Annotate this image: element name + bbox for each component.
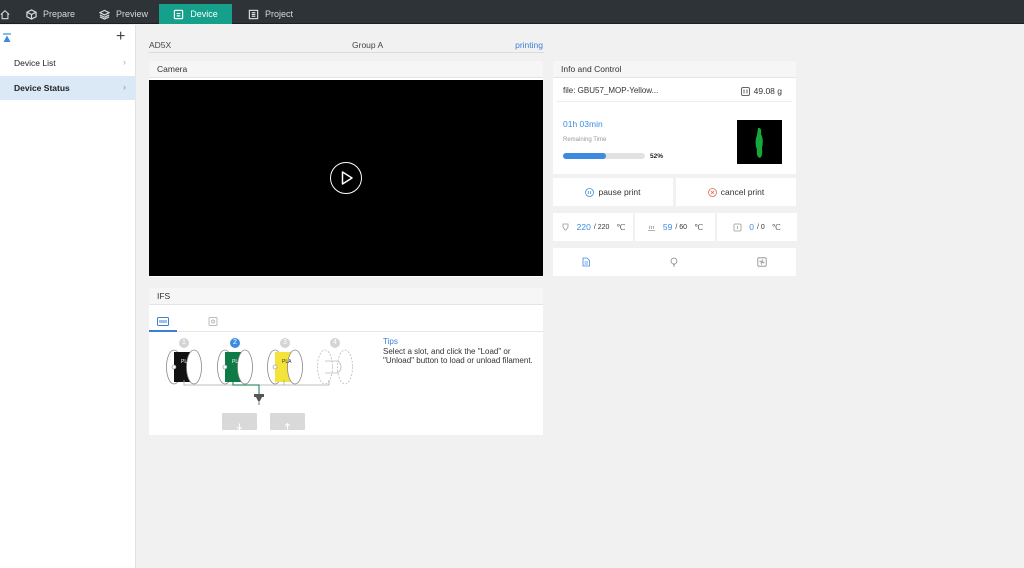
bed-current: 59 (662, 222, 673, 232)
device-group: Group A (352, 40, 384, 50)
bed-temp[interactable]: 59 / 60 ℃ (635, 213, 715, 241)
slot-material: PLA (282, 359, 292, 365)
camera-title: Camera (149, 61, 543, 78)
add-device-button[interactable]: + (116, 29, 125, 45)
device-header: AD5X Group A printing (148, 36, 544, 53)
remaining-time-label: Remaining Time (563, 137, 607, 143)
tab-prepare[interactable]: Prepare (26, 4, 75, 24)
device-icon (174, 9, 184, 19)
progress-fill (563, 153, 606, 159)
ifs-panel: IFS 1 PLA 2 PLA 3 PLA 4 Tips Select a sl… (149, 288, 543, 435)
external-spool-icon (208, 317, 218, 326)
chevron-right-icon: › (123, 82, 126, 92)
pause-label: pause print (598, 187, 641, 197)
cancel-print-button[interactable]: cancel print (676, 178, 796, 206)
tab-project[interactable]: Project (248, 4, 293, 24)
model-thumbnail (737, 120, 782, 164)
printer-logo-icon (3, 33, 11, 42)
bed-icon (647, 225, 655, 231)
fan-icon[interactable] (757, 257, 767, 267)
bed-target: / 60 (675, 223, 688, 231)
temp-unit: ℃ (694, 222, 704, 232)
unload-button[interactable] (270, 413, 305, 430)
tab-ifs-slots[interactable] (149, 312, 177, 332)
home-icon[interactable] (0, 4, 10, 24)
filament-path-diagram (183, 380, 330, 405)
weight-icon (740, 86, 750, 96)
unload-icon (284, 417, 291, 430)
tips-text: Select a slot, and click the "Load" or "… (383, 346, 533, 366)
load-icon (236, 417, 243, 431)
tips-box: Tips Select a slot, and click the "Load"… (383, 337, 533, 366)
ifs-title: IFS (149, 288, 543, 305)
tab-ifs-external[interactable] (199, 312, 219, 332)
divider (557, 101, 792, 102)
progress-percent: 52% (650, 153, 664, 160)
slot-number: 3 (280, 338, 290, 348)
slot-number: 2 (230, 338, 240, 348)
info-title: Info and Control (553, 61, 796, 78)
slot-number: 4 (330, 338, 340, 348)
load-button[interactable] (222, 413, 257, 431)
pause-icon (585, 187, 595, 197)
light-bulb-icon[interactable] (669, 257, 679, 267)
device-name: AD5X (149, 40, 172, 50)
chevron-right-icon: › (123, 57, 126, 67)
tab-label: Device (190, 9, 218, 19)
sidebar-item-device-list[interactable]: Device List › (0, 51, 136, 75)
file-settings-icon[interactable] (581, 257, 591, 267)
chamber-target: / 0 (756, 223, 765, 231)
filament-slots-icon (157, 317, 169, 326)
remaining-time-value: 01h 03min (563, 119, 603, 129)
device-action-row (553, 248, 796, 276)
nozzle-icon (562, 223, 569, 230)
camera-view (149, 80, 543, 276)
sidebar-item-label: Device List (14, 58, 56, 68)
nozzle-current: 220 (576, 222, 591, 232)
play-button[interactable] (330, 162, 362, 194)
pause-print-button[interactable]: pause print (553, 178, 673, 206)
chamber-temp[interactable]: 0 / 0 ℃ (717, 213, 797, 241)
tab-label: Prepare (43, 9, 76, 19)
cancel-label: cancel print (720, 187, 765, 197)
tab-label: Preview (116, 9, 149, 19)
slot-material: PLA (181, 359, 191, 365)
info-panel: Info and Control file: GBU57_MOP-Yellow.… (553, 61, 796, 174)
cancel-icon (707, 187, 717, 197)
tab-label: Project (265, 9, 294, 19)
tab-preview[interactable]: Preview (99, 4, 148, 24)
cube-icon (26, 8, 37, 20)
play-icon (341, 171, 353, 185)
slot-material: PLA (232, 359, 242, 365)
nozzle-temp[interactable]: 220 / 220 ℃ (553, 213, 633, 241)
slot-number: 1 (179, 338, 189, 348)
tips-title: Tips (383, 337, 398, 346)
project-icon (248, 9, 259, 19)
temp-unit: ℃ (616, 222, 626, 232)
camera-panel: Camera (149, 61, 543, 277)
print-progress-bar (563, 153, 645, 159)
top-tab-bar: Prepare Preview Device Project (0, 0, 1024, 24)
temp-unit: ℃ (771, 222, 781, 232)
sidebar-item-label: Device Status (14, 83, 70, 93)
sidebar: + Device List › Device Status › (0, 25, 136, 568)
tab-device[interactable]: Device (159, 4, 232, 24)
ifs-tabs (149, 312, 543, 332)
weight-value: 49.08 g (753, 86, 782, 96)
filament-weight: 49.08 g (740, 86, 782, 96)
nozzle-target: / 220 (593, 223, 610, 231)
chamber-current: 0 (749, 222, 754, 232)
sidebar-item-device-status[interactable]: Device Status › (0, 76, 136, 100)
file-name: file: GBU57_MOP-Yellow... (563, 86, 659, 95)
layers-icon (99, 9, 110, 20)
device-status: printing (515, 40, 543, 50)
chamber-icon (733, 223, 742, 231)
